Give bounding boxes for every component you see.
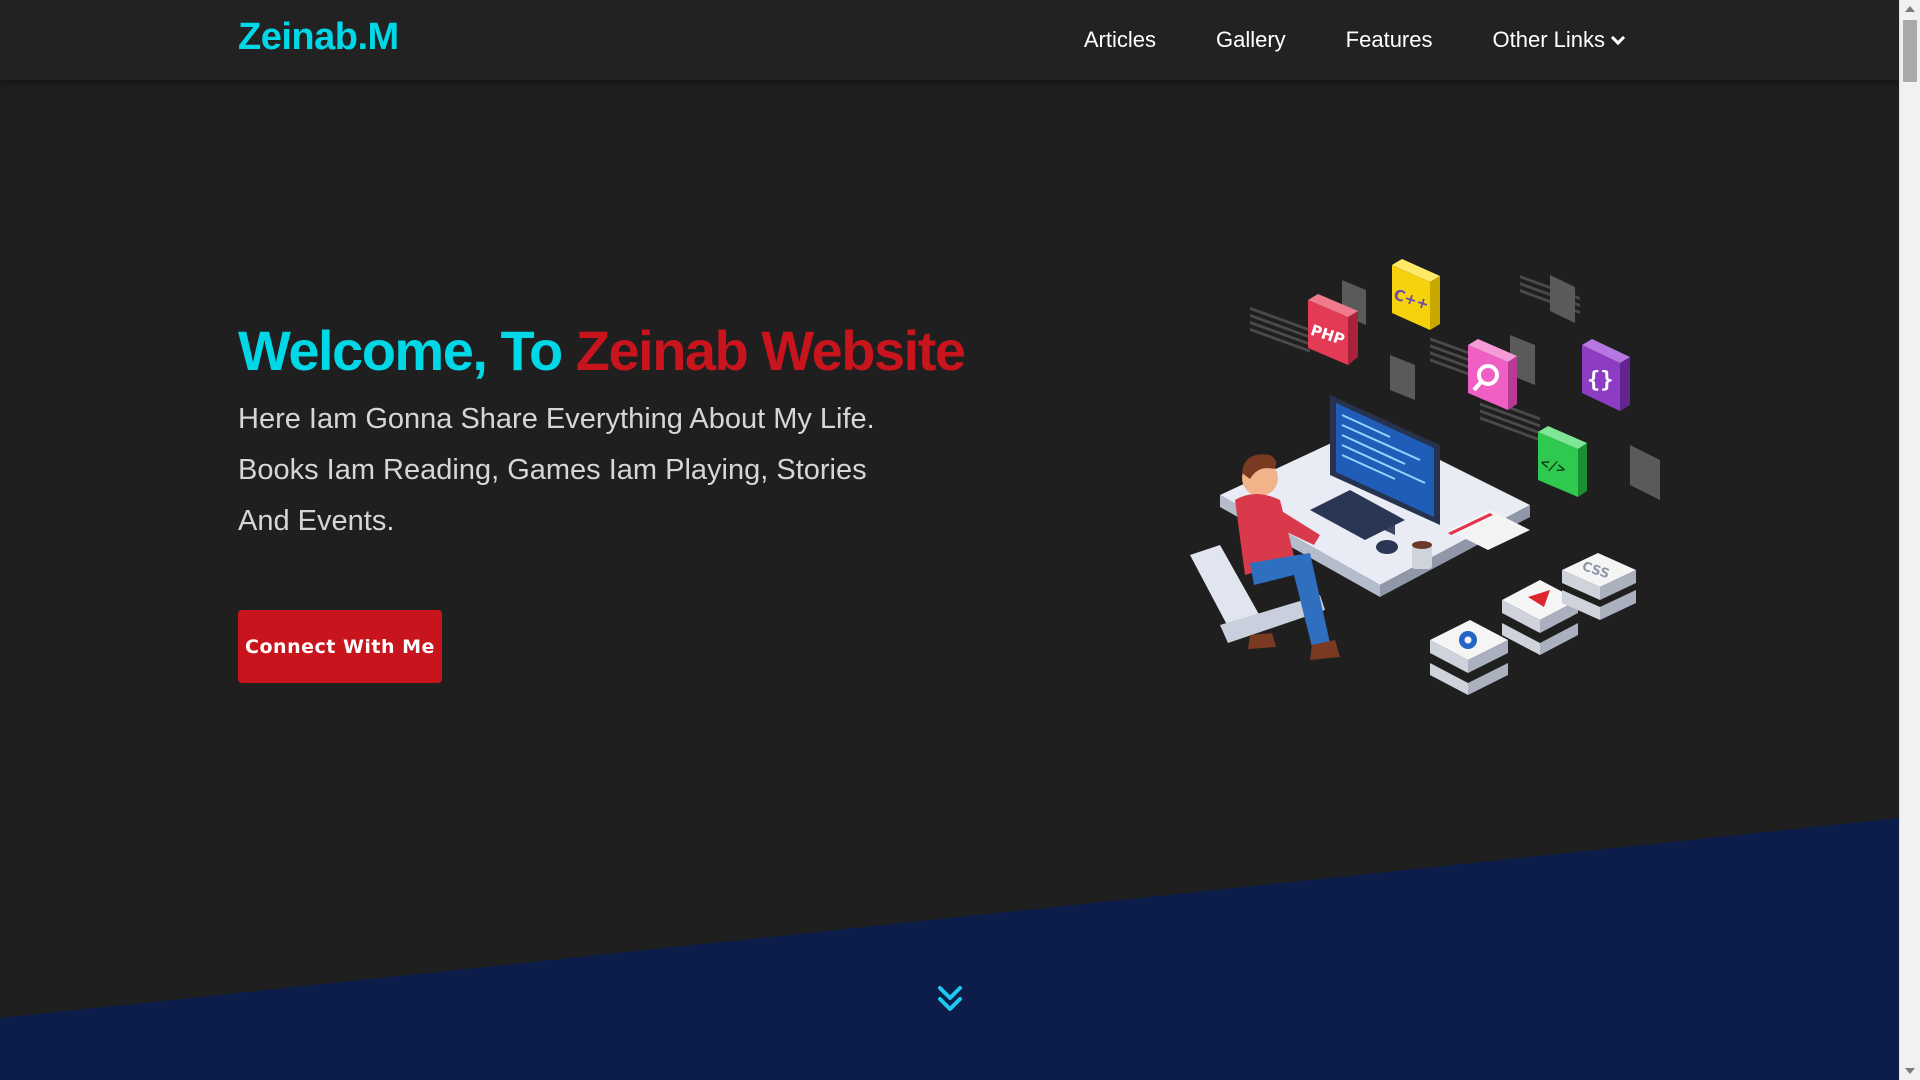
nav-other-links-dropdown[interactable]: Other Links [1492, 27, 1626, 53]
scroll-down-arrow-icon[interactable] [1905, 1068, 1915, 1074]
scroll-up-arrow-icon[interactable] [1905, 6, 1915, 12]
hero-title: Welcome, To Zeinab Website [238, 318, 966, 383]
site-header: Zeinab.M Articles Gallery Features Other… [0, 0, 1899, 80]
hero-title-site-name: Zeinab Website [575, 319, 966, 382]
nav-articles-label: Articles [1083, 27, 1156, 52]
nav-gallery[interactable]: Gallery [1216, 27, 1286, 53]
connect-with-me-button[interactable]: Connect With Me [238, 610, 442, 683]
vertical-scrollbar[interactable] [1899, 0, 1920, 1080]
nav-features-label: Features [1345, 27, 1433, 52]
page-viewport: Zeinab.M Articles Gallery Features Other… [0, 0, 1899, 1080]
hero-subtitle: Here Iam Gonna Share Everything About My… [238, 403, 875, 537]
site-logo[interactable]: Zeinab.M [238, 16, 399, 59]
scrollbar-thumb[interactable] [1903, 20, 1917, 82]
double-chevron-down-icon[interactable] [936, 984, 964, 1014]
chevron-down-icon [1610, 30, 1626, 46]
nav-features[interactable]: Features [1346, 27, 1433, 53]
nav-other-links-label: Other Links [1492, 27, 1606, 52]
main-nav: Articles Gallery Features Other Links [1084, 0, 1626, 80]
hero-title-welcome: Welcome, To [238, 319, 563, 382]
developer-at-computer-illustration: PHP C++ {} </> CSS [1190, 259, 1660, 695]
nav-gallery-label: Gallery [1215, 27, 1286, 52]
braces-label: {} [1587, 368, 1614, 393]
nav-articles[interactable]: Articles [1084, 27, 1156, 53]
